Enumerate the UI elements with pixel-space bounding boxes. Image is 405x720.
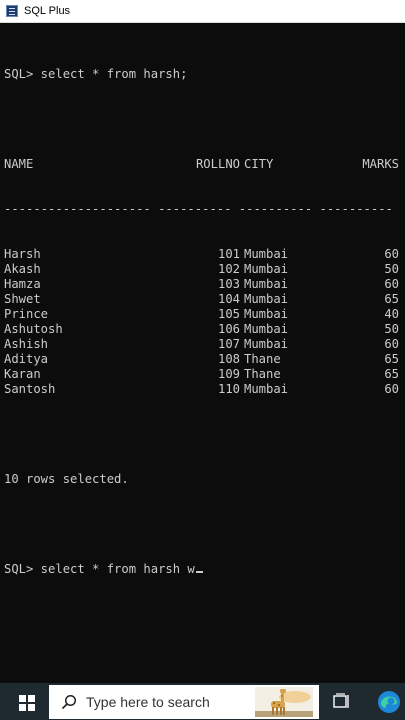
cell-city: Thane: [244, 367, 281, 381]
header-separator: -------------------- ---------- --------…: [4, 202, 393, 216]
cell-marks: 60: [384, 277, 399, 291]
header-city: CITY: [244, 157, 274, 171]
cell-marks: 50: [384, 262, 399, 276]
table-row: Ashutosh 106 Mumbai 50: [4, 322, 405, 337]
windows-logo-icon: [19, 695, 35, 711]
giraffe-search-highlight-icon: [255, 687, 313, 717]
cell-rollno: 107: [217, 337, 240, 351]
task-view-icon[interactable]: [332, 693, 350, 711]
cell-name: Aditya: [4, 352, 49, 366]
table-row: Harsh 101 Mumbai 60: [4, 247, 405, 262]
cell-marks: 50: [384, 322, 399, 336]
table-row: Shwet 104 Mumbai 65: [4, 292, 405, 307]
cell-marks: 65: [384, 367, 399, 381]
cell-city: Mumbai: [244, 382, 289, 396]
cell-name: Santosh: [4, 382, 56, 396]
cell-city: Mumbai: [244, 307, 289, 321]
cell-rollno: 103: [217, 277, 240, 291]
result-rows: Harsh 101 Mumbai 60 Akash 102 Mumbai 50 Hamza 103…: [4, 247, 405, 397]
search-placeholder: Type here to search: [86, 694, 210, 710]
cell-rollno: 101: [217, 247, 240, 261]
table-row: Hamza 103 Mumbai 60: [4, 277, 405, 292]
search-icon: [61, 694, 77, 710]
table-row: Prince 105 Mumbai 40: [4, 307, 405, 322]
text-cursor: [195, 571, 203, 573]
header-name: NAME: [4, 157, 34, 171]
cell-rollno: 108: [217, 352, 240, 366]
cell-rollno: 102: [217, 262, 240, 276]
start-button[interactable]: [10, 692, 44, 714]
taskbar-search-box[interactable]: Type here to search: [49, 685, 319, 719]
cell-name: Shwet: [4, 292, 41, 306]
table-row: Santosh 110 Mumbai 60: [4, 382, 405, 397]
cell-name: Hamza: [4, 277, 41, 291]
cell-name: Harsh: [4, 247, 41, 261]
cell-rollno: 105: [217, 307, 240, 321]
edge-browser-icon[interactable]: [377, 690, 401, 714]
cell-marks: 65: [384, 352, 399, 366]
cell-name: Ashutosh: [4, 322, 63, 336]
command-line-2[interactable]: SQL> select * from harsh w: [4, 562, 405, 577]
header-rollno: ROLLNO: [195, 157, 240, 171]
cell-marks: 40: [384, 307, 399, 321]
cell-rollno: 110: [217, 382, 240, 396]
table-row: Karan 109 Thane 65: [4, 367, 405, 382]
header-marks: MARKS: [362, 157, 399, 171]
cell-marks: 60: [384, 247, 399, 261]
window-title: SQL Plus: [24, 5, 71, 17]
table-row: Aditya 108 Thane 65: [4, 352, 405, 367]
cell-marks: 60: [384, 337, 399, 351]
rows-selected-summary: 10 rows selected.: [4, 472, 129, 486]
cell-marks: 60: [384, 382, 399, 396]
command-input-text: SQL> select * from harsh w: [4, 562, 195, 576]
cell-city: Mumbai: [244, 322, 289, 336]
cell-city: Mumbai: [244, 277, 289, 291]
title-bar[interactable]: SQL Plus: [0, 0, 405, 23]
command-line-1: SQL> select * from harsh;: [4, 67, 188, 81]
cell-name: Akash: [4, 262, 41, 276]
table-row: Akash 102 Mumbai 50: [4, 262, 405, 277]
cell-city: Mumbai: [244, 262, 289, 276]
cell-name: Prince: [4, 307, 49, 321]
table-header-row: NAME ROLLNO CITY MARKS: [4, 157, 405, 172]
console-output[interactable]: SQL> select * from harsh; NAME ROLLNO CITY…: [4, 37, 405, 592]
cell-rollno: 109: [217, 367, 240, 381]
cell-name: Ashish: [4, 337, 49, 351]
cell-marks: 65: [384, 292, 399, 306]
cell-city: Mumbai: [244, 292, 289, 306]
sqlplus-app-icon: [6, 5, 18, 17]
table-row: Ashish 107 Mumbai 60: [4, 337, 405, 352]
taskbar: Type here to search: [0, 683, 405, 720]
cell-name: Karan: [4, 367, 41, 381]
cell-rollno: 106: [217, 322, 240, 336]
cell-city: Thane: [244, 352, 281, 366]
cell-rollno: 104: [217, 292, 240, 306]
cell-city: Mumbai: [244, 337, 289, 351]
cell-city: Mumbai: [244, 247, 289, 261]
